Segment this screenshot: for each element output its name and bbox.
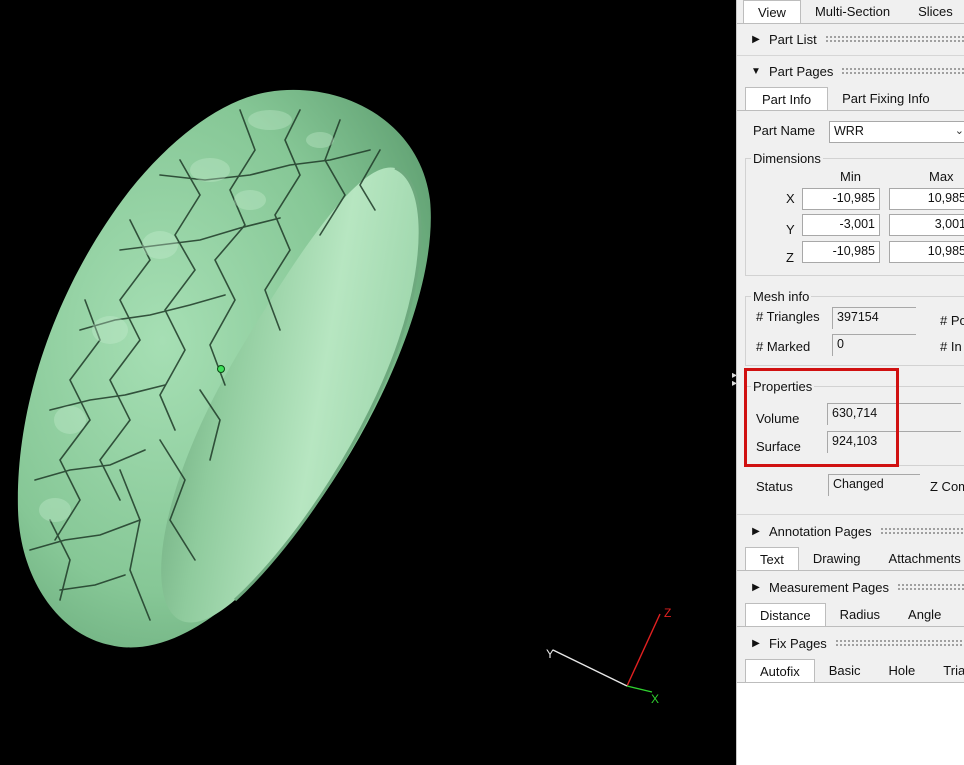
- axis-triad: Z Y X: [546, 606, 671, 706]
- grip-dots: [879, 527, 964, 535]
- part-pages-tabs: Part Info Part Fixing Info: [745, 87, 944, 111]
- properties-highlight-box: [744, 368, 899, 467]
- triangles-label: # Triangles: [756, 309, 820, 324]
- tab-triangle[interactable]: Trian: [929, 659, 964, 683]
- part-pages-header[interactable]: ▼ Part Pages: [737, 61, 964, 81]
- panel-empty-area: [737, 683, 964, 765]
- dimensions-max-header: Max: [929, 169, 954, 184]
- dim-x-min[interactable]: -10,985: [802, 188, 880, 210]
- part-name-label: Part Name: [753, 123, 816, 138]
- dim-axis-y: Y: [786, 222, 795, 237]
- divider: [737, 626, 964, 627]
- tab-drawing[interactable]: Drawing: [799, 547, 875, 571]
- part-name-value: WRR: [834, 124, 864, 138]
- grip-dots: [834, 639, 964, 647]
- tab-radius[interactable]: Radius: [826, 603, 894, 627]
- expand-arrow-icon: ▶: [752, 637, 760, 649]
- dimensions-min-header: Min: [840, 169, 861, 184]
- tab-slices[interactable]: Slices: [904, 0, 964, 24]
- triangles-value: 397154: [832, 307, 916, 329]
- tab-angle[interactable]: Angle: [894, 603, 955, 627]
- y-axis-label: Y: [546, 647, 554, 661]
- marked-label: # Marked: [756, 339, 811, 354]
- fix-pages-header[interactable]: ▶ Fix Pages: [737, 633, 964, 653]
- pivot-point-marker: [217, 365, 225, 373]
- expand-arrow-icon: ▶: [752, 581, 760, 593]
- 3d-viewport[interactable]: Z Y X: [0, 0, 736, 765]
- part-pages-title: Part Pages: [769, 63, 834, 79]
- annotation-tabs: Text Drawing Attachments: [745, 547, 964, 571]
- part-list-header[interactable]: ▶ Part List: [737, 29, 964, 49]
- annotation-pages-header[interactable]: ▶ Annotation Pages: [737, 521, 964, 541]
- top-tabs: View Multi-Section Slices: [743, 0, 964, 24]
- divider: [737, 23, 964, 24]
- part-name-select[interactable]: WRR ⌄: [829, 121, 964, 143]
- tab-basic[interactable]: Basic: [815, 659, 875, 683]
- tab-hole[interactable]: Hole: [875, 659, 930, 683]
- tab-view[interactable]: View: [743, 0, 801, 24]
- dim-z-min[interactable]: -10,985: [802, 241, 880, 263]
- measurement-pages-header[interactable]: ▶ Measurement Pages: [737, 577, 964, 597]
- x-axis-line: [626, 685, 653, 693]
- ring-model[interactable]: [17, 89, 431, 648]
- tab-multi-section[interactable]: Multi-Section: [801, 0, 904, 24]
- annotation-pages-title: Annotation Pages: [769, 523, 872, 539]
- divider: [737, 570, 964, 571]
- grip-dots: [824, 35, 964, 43]
- tab-distance[interactable]: Distance: [745, 603, 826, 627]
- dimensions-title: Dimensions: [751, 151, 823, 166]
- divider: [737, 110, 964, 111]
- points-label: # Po: [940, 313, 964, 328]
- dim-y-min[interactable]: -3,001: [802, 214, 880, 236]
- chevron-down-icon: ⌄: [954, 125, 964, 137]
- marked-value: 0: [832, 334, 916, 356]
- expand-arrow-icon: ▶: [752, 33, 760, 45]
- inverted-label: # In: [940, 339, 962, 354]
- fix-pages-title: Fix Pages: [769, 635, 827, 651]
- divider: [737, 55, 964, 56]
- grip-dots: [841, 67, 964, 75]
- z-axis-label: Z: [664, 606, 671, 620]
- tab-attachments[interactable]: Attachments: [875, 547, 964, 571]
- tab-text[interactable]: Text: [745, 547, 799, 571]
- mesh-info-title: Mesh info: [751, 289, 812, 304]
- dim-y-max[interactable]: 3,001: [889, 214, 964, 236]
- z-compensation-label: Z Com: [930, 479, 964, 494]
- collapse-arrow-icon: ▼: [751, 65, 761, 77]
- y-axis-line: [552, 649, 628, 687]
- tab-autofix[interactable]: Autofix: [745, 659, 815, 683]
- expand-arrow-icon: ▶: [752, 525, 760, 537]
- z-axis-line: [626, 613, 661, 687]
- measurement-tabs: Distance Radius Angle: [745, 603, 955, 627]
- x-axis-label: X: [651, 692, 659, 706]
- status-label: Status: [756, 479, 793, 494]
- viewport-canvas[interactable]: Z Y X: [0, 0, 736, 765]
- fix-tabs: Autofix Basic Hole Trian: [745, 659, 964, 683]
- dim-z-max[interactable]: 10,985: [889, 241, 964, 263]
- part-list-title: Part List: [769, 31, 817, 47]
- status-value: Changed: [828, 474, 920, 496]
- tab-part-info[interactable]: Part Info: [745, 87, 829, 111]
- measurement-pages-title: Measurement Pages: [769, 579, 889, 595]
- dim-x-max[interactable]: 10,985: [889, 188, 964, 210]
- dim-axis-z: Z: [786, 250, 794, 265]
- dim-axis-x: X: [786, 191, 795, 206]
- grip-dots: [896, 583, 964, 591]
- divider: [737, 514, 964, 515]
- tab-part-fixing-info[interactable]: Part Fixing Info: [828, 87, 943, 111]
